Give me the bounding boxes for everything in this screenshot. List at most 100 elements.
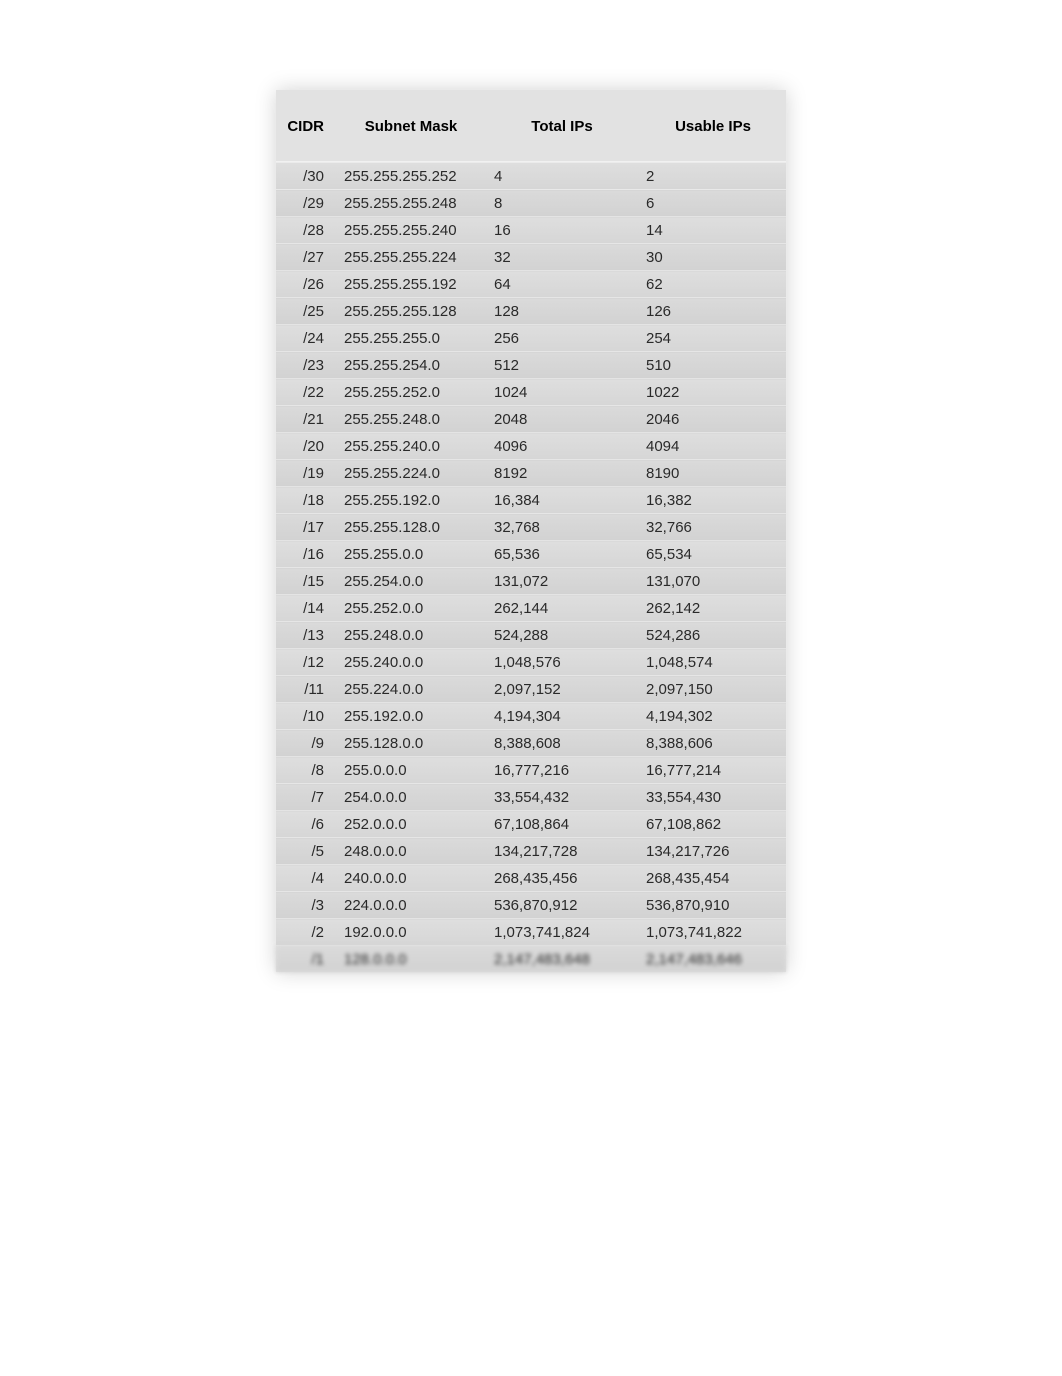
cell-total: 512 <box>484 352 636 379</box>
cell-cidr: /3 <box>276 892 334 919</box>
cell-mask: 255.255.224.0 <box>334 460 484 487</box>
table-row: /10255.192.0.04,194,3044,194,302 <box>276 703 786 730</box>
cell-usable: 16,777,214 <box>636 757 786 784</box>
cell-mask: 255.224.0.0 <box>334 676 484 703</box>
cell-cidr: /1 <box>276 946 334 973</box>
cell-cidr: /20 <box>276 433 334 460</box>
table-header-row: CIDR Subnet Mask Total IPs Usable IPs <box>276 90 786 162</box>
table-row: /12255.240.0.01,048,5761,048,574 <box>276 649 786 676</box>
cell-mask: 255.255.192.0 <box>334 487 484 514</box>
table-row: /24255.255.255.0256254 <box>276 325 786 352</box>
cell-total: 16,384 <box>484 487 636 514</box>
cell-usable: 62 <box>636 271 786 298</box>
cell-cidr: /12 <box>276 649 334 676</box>
cell-total: 64 <box>484 271 636 298</box>
header-cidr: CIDR <box>276 90 334 162</box>
table-row: /15255.254.0.0131,072131,070 <box>276 568 786 595</box>
cell-total: 16 <box>484 217 636 244</box>
cell-usable: 33,554,430 <box>636 784 786 811</box>
cell-usable: 4,194,302 <box>636 703 786 730</box>
cell-mask: 255.255.255.248 <box>334 190 484 217</box>
cell-mask: 255.255.128.0 <box>334 514 484 541</box>
table-row: /22255.255.252.010241022 <box>276 379 786 406</box>
cell-usable: 268,435,454 <box>636 865 786 892</box>
cell-total: 256 <box>484 325 636 352</box>
table-row: /3224.0.0.0536,870,912536,870,910 <box>276 892 786 919</box>
header-mask: Subnet Mask <box>334 90 484 162</box>
cell-usable: 262,142 <box>636 595 786 622</box>
cell-mask: 255.240.0.0 <box>334 649 484 676</box>
table-row: /13255.248.0.0524,288524,286 <box>276 622 786 649</box>
cell-total: 4 <box>484 162 636 190</box>
cell-usable: 67,108,862 <box>636 811 786 838</box>
cell-cidr: /24 <box>276 325 334 352</box>
cell-cidr: /21 <box>276 406 334 433</box>
cell-total: 131,072 <box>484 568 636 595</box>
cell-total: 65,536 <box>484 541 636 568</box>
cell-usable: 2,097,150 <box>636 676 786 703</box>
cell-mask: 255.255.240.0 <box>334 433 484 460</box>
table-row: /17255.255.128.032,76832,766 <box>276 514 786 541</box>
cell-usable: 1022 <box>636 379 786 406</box>
cell-cidr: /17 <box>276 514 334 541</box>
table-row: /30255.255.255.25242 <box>276 162 786 190</box>
cell-total: 134,217,728 <box>484 838 636 865</box>
table-row: /25255.255.255.128128126 <box>276 298 786 325</box>
cell-mask: 255.255.255.240 <box>334 217 484 244</box>
header-usable: Usable IPs <box>636 90 786 162</box>
table-row: /2192.0.0.01,073,741,8241,073,741,822 <box>276 919 786 946</box>
cell-mask: 254.0.0.0 <box>334 784 484 811</box>
cell-total: 1024 <box>484 379 636 406</box>
cell-cidr: /14 <box>276 595 334 622</box>
table-row: /4240.0.0.0268,435,456268,435,454 <box>276 865 786 892</box>
cell-cidr: /6 <box>276 811 334 838</box>
cell-total: 2048 <box>484 406 636 433</box>
cell-cidr: /23 <box>276 352 334 379</box>
cell-mask: 255.255.0.0 <box>334 541 484 568</box>
cell-cidr: /26 <box>276 271 334 298</box>
cell-total: 4096 <box>484 433 636 460</box>
cell-usable: 8190 <box>636 460 786 487</box>
table-row: /20255.255.240.040964094 <box>276 433 786 460</box>
cell-mask: 255.0.0.0 <box>334 757 484 784</box>
table-row: /16255.255.0.065,53665,534 <box>276 541 786 568</box>
cell-mask: 255.255.255.224 <box>334 244 484 271</box>
cell-mask: 240.0.0.0 <box>334 865 484 892</box>
cell-cidr: /19 <box>276 460 334 487</box>
cell-mask: 255.192.0.0 <box>334 703 484 730</box>
cell-total: 8 <box>484 190 636 217</box>
table-row: /11255.224.0.02,097,1522,097,150 <box>276 676 786 703</box>
cell-total: 8,388,608 <box>484 730 636 757</box>
cell-mask: 255.255.255.252 <box>334 162 484 190</box>
cell-cidr: /7 <box>276 784 334 811</box>
cell-usable: 536,870,910 <box>636 892 786 919</box>
cell-usable: 2,147,483,646 <box>636 946 786 973</box>
cell-total: 262,144 <box>484 595 636 622</box>
cell-mask: 255.128.0.0 <box>334 730 484 757</box>
cell-usable: 510 <box>636 352 786 379</box>
cell-total: 8192 <box>484 460 636 487</box>
cell-mask: 252.0.0.0 <box>334 811 484 838</box>
cell-total: 128 <box>484 298 636 325</box>
cell-mask: 128.0.0.0 <box>334 946 484 973</box>
table-row: /7254.0.0.033,554,43233,554,430 <box>276 784 786 811</box>
cell-mask: 192.0.0.0 <box>334 919 484 946</box>
cell-usable: 134,217,726 <box>636 838 786 865</box>
cell-cidr: /18 <box>276 487 334 514</box>
cell-cidr: /27 <box>276 244 334 271</box>
cell-usable: 8,388,606 <box>636 730 786 757</box>
cell-usable: 2 <box>636 162 786 190</box>
table-row: /27255.255.255.2243230 <box>276 244 786 271</box>
cell-cidr: /29 <box>276 190 334 217</box>
cell-usable: 524,286 <box>636 622 786 649</box>
cell-usable: 131,070 <box>636 568 786 595</box>
cell-mask: 255.252.0.0 <box>334 595 484 622</box>
cell-cidr: /22 <box>276 379 334 406</box>
table-row: /26255.255.255.1926462 <box>276 271 786 298</box>
cell-cidr: /2 <box>276 919 334 946</box>
cell-cidr: /8 <box>276 757 334 784</box>
cell-mask: 248.0.0.0 <box>334 838 484 865</box>
cell-total: 32,768 <box>484 514 636 541</box>
cell-cidr: /16 <box>276 541 334 568</box>
cell-mask: 255.255.255.0 <box>334 325 484 352</box>
